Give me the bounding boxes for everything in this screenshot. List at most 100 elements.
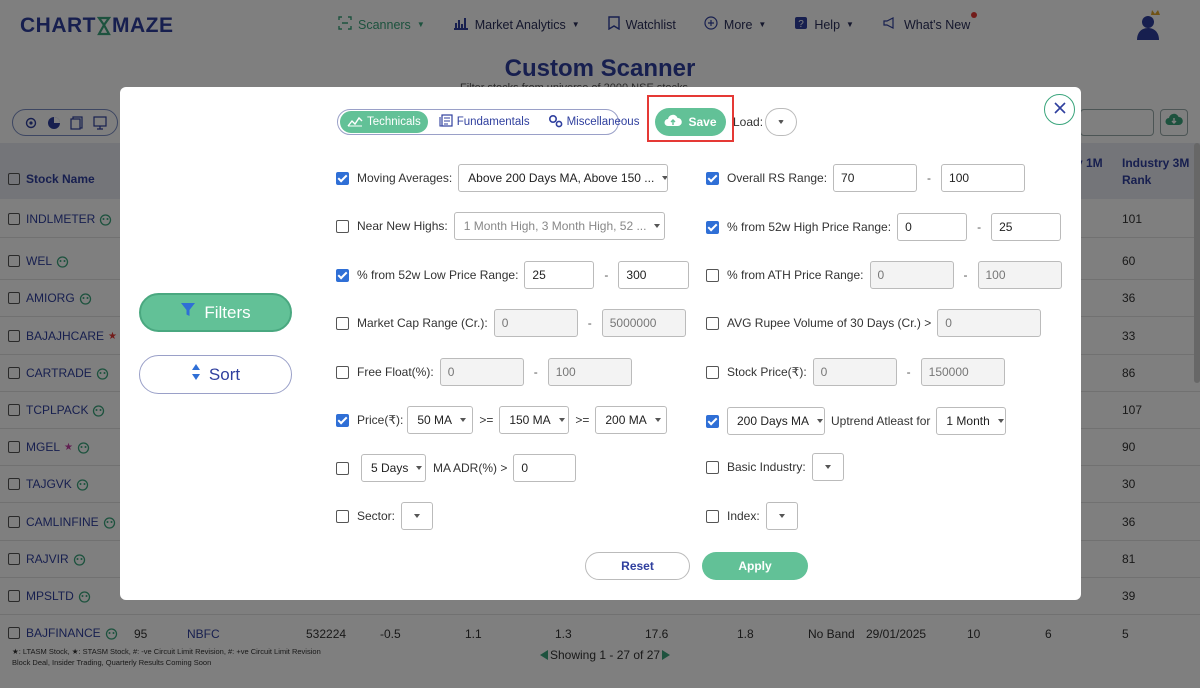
basic-industry-select[interactable] [811, 453, 844, 481]
filter-label: % from ATH Price Range: [727, 268, 864, 282]
tab-fundamentals[interactable]: Fundamentals [432, 111, 537, 133]
chevron-down-icon [817, 419, 824, 423]
filter-moving-averages: Moving Averages: Above 200 Days MA, Abov… [336, 164, 669, 192]
ma-adr-checkbox[interactable] [336, 461, 349, 475]
filter-uptrend: 200 Days MA Uptrend Atleast for 1 Month [706, 407, 1007, 435]
free-float-checkbox[interactable] [336, 365, 349, 379]
chevron-down-icon [662, 176, 668, 180]
chevron-down-icon [824, 465, 831, 469]
filter-label: Near New Highs: [357, 219, 448, 233]
filter-label: Basic Industry: [727, 460, 806, 474]
overall-rs-min-input[interactable]: 70 [833, 164, 918, 192]
chevron-down-icon [778, 514, 785, 518]
select-value: 50 MA [417, 413, 452, 427]
filter-free-float: Free Float(%): 0 - 100 [336, 358, 632, 386]
sector-checkbox[interactable] [336, 509, 349, 523]
chevron-down-icon [654, 418, 661, 422]
tab-label: Fundamentals [456, 116, 530, 128]
filter-basic-industry: Basic Industry: [706, 453, 844, 481]
filter-label: Index: [727, 509, 760, 523]
chevron-down-icon [414, 514, 421, 518]
uptrend-ma-select[interactable]: 200 Days MA [727, 407, 825, 435]
filter-label: Moving Averages: [357, 171, 453, 185]
index-select[interactable] [765, 502, 798, 530]
select-value: 1 Month [946, 414, 990, 428]
52w-high-min-input[interactable]: 0 [897, 213, 968, 241]
filter-avg-volume: AVG Rupee Volume of 30 Days (Cr.) > 0 [706, 309, 1042, 337]
load-select[interactable] [765, 108, 797, 136]
filters-label: Filters [204, 302, 251, 322]
52w-low-min-input[interactable]: 25 [524, 261, 595, 289]
52w-low-max-input[interactable]: 300 [618, 261, 690, 289]
sector-select[interactable] [401, 502, 434, 530]
chevron-down-icon [416, 466, 423, 470]
price-ma-select-1[interactable]: 50 MA [407, 406, 474, 434]
moving-averages-select[interactable]: Above 200 Days MA, Above 150 ... [458, 164, 669, 192]
free-float-min-input[interactable]: 0 [439, 358, 524, 386]
52w-low-checkbox[interactable] [336, 268, 349, 282]
sort-label: Sort [208, 364, 241, 384]
filters-button[interactable]: Filters [139, 293, 292, 332]
filter-label: % from 52w High Price Range: [727, 220, 892, 234]
52w-high-checkbox[interactable] [706, 220, 719, 234]
ath-max-input[interactable]: 100 [977, 261, 1062, 289]
ath-min-input[interactable]: 0 [869, 261, 954, 289]
tab-technicals[interactable]: Technicals [340, 111, 428, 133]
overall-rs-max-input[interactable]: 100 [941, 164, 1026, 192]
ma-adr-input[interactable]: 0 [513, 454, 577, 482]
market-cap-max-input[interactable]: 5000000 [601, 309, 686, 337]
avg-volume-input[interactable]: 0 [937, 309, 1042, 337]
near-new-highs-checkbox[interactable] [336, 219, 349, 233]
filter-stock-price: Stock Price(₹): 0 - 150000 [706, 358, 1005, 386]
filter-label: Sector: [357, 509, 396, 523]
moving-averages-checkbox[interactable] [336, 171, 349, 185]
index-checkbox[interactable] [706, 509, 719, 523]
filter-ma-adr: 5 Days MA ADR(%) > 0 [336, 454, 577, 482]
filter-label: Uptrend Atleast for [831, 414, 931, 428]
basic-industry-checkbox[interactable] [706, 460, 719, 474]
close-button[interactable] [1044, 94, 1075, 125]
filter-label: Free Float(%): [357, 365, 434, 379]
stock-price-checkbox[interactable] [706, 365, 719, 379]
filter-overall-rs: Overall RS Range: 70 - 100 [706, 164, 1026, 192]
select-value: 1 Month High, 3 Month High, 52 ... [463, 219, 647, 233]
price-ma-checkbox[interactable] [336, 413, 349, 427]
apply-button[interactable]: Apply [702, 552, 808, 580]
sort-button[interactable]: Sort [139, 355, 292, 394]
near-new-highs-select[interactable]: 1 Month High, 3 Month High, 52 ... [453, 212, 665, 240]
filter-index: Index: [706, 502, 798, 530]
price-ma-select-3[interactable]: 200 MA [595, 406, 668, 434]
filter-category-tabs: Technicals Fundamentals Miscellaneous [337, 109, 639, 135]
chevron-down-icon [460, 418, 466, 422]
52w-high-max-input[interactable]: 25 [991, 213, 1062, 241]
free-float-max-input[interactable]: 100 [547, 358, 632, 386]
market-cap-checkbox[interactable] [336, 316, 349, 330]
chevron-down-icon [778, 120, 784, 124]
save-button[interactable]: Save [655, 108, 726, 136]
overall-rs-checkbox[interactable] [706, 171, 719, 185]
reset-button[interactable]: Reset [585, 552, 690, 580]
load-label: Load: [733, 115, 764, 129]
stock-price-min-input[interactable]: 0 [812, 358, 897, 386]
uptrend-checkbox[interactable] [706, 414, 719, 428]
chevron-down-icon [997, 419, 1004, 423]
ath-checkbox[interactable] [706, 268, 719, 282]
scanner-filter-modal: Technicals Fundamentals Miscellaneous Sa… [120, 87, 1081, 600]
price-ma-select-2[interactable]: 150 MA [499, 406, 570, 434]
chevron-down-icon [654, 224, 661, 228]
filter-label: AVG Rupee Volume of 30 Days (Cr.) > [727, 316, 932, 330]
tab-miscellaneous[interactable]: Miscellaneous [541, 111, 647, 133]
avg-volume-checkbox[interactable] [706, 316, 719, 330]
filter-near-new-highs: Near New Highs: 1 Month High, 3 Month Hi… [336, 212, 665, 240]
filter-label: Price(₹): [357, 413, 404, 427]
market-cap-min-input[interactable]: 0 [493, 309, 578, 337]
document-icon [439, 114, 453, 130]
line-chart-icon [347, 115, 363, 130]
filter-52w-low-range: % from 52w Low Price Range: 25 - 300 [336, 261, 690, 289]
stock-price-max-input[interactable]: 150000 [920, 358, 1005, 386]
uptrend-period-select[interactable]: 1 Month [936, 407, 1007, 435]
cloud-upload-icon [664, 114, 683, 130]
gears-icon [548, 114, 563, 131]
filter-label: Overall RS Range: [727, 171, 828, 185]
adr-days-select[interactable]: 5 Days [361, 454, 426, 482]
